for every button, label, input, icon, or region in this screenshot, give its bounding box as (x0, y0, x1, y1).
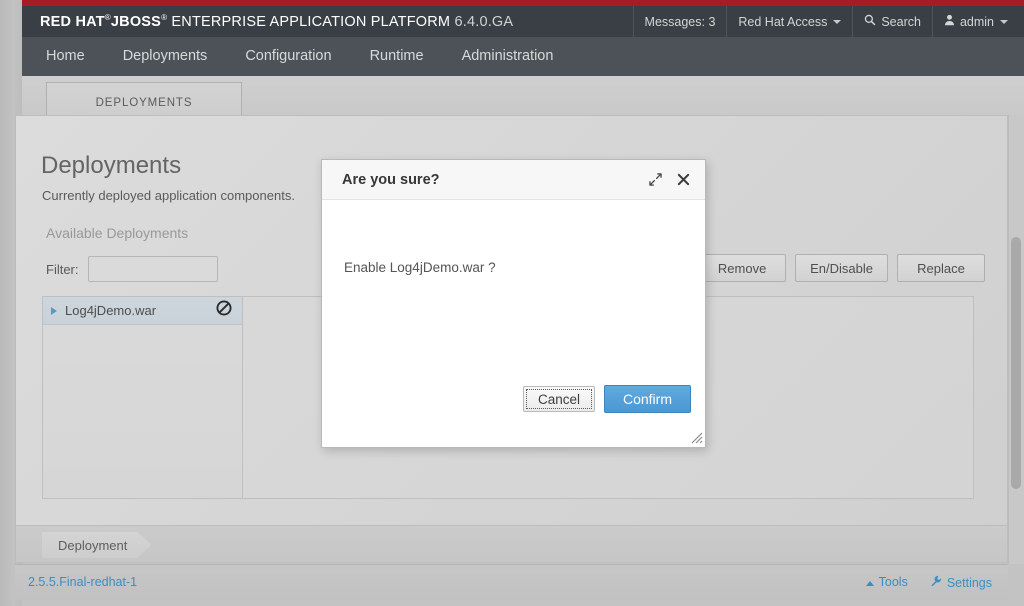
chevron-right-icon (51, 306, 57, 315)
red-hat-access-label: Red Hat Access (738, 14, 828, 29)
remove-button[interactable]: Remove (698, 254, 787, 282)
brand-version: 6.4.0.GA (454, 13, 514, 30)
search-icon (864, 14, 876, 29)
application-window: RED HAT®JBOSS® ENTERPRISE APPLICATION PL… (0, 0, 1024, 606)
maximize-icon[interactable] (645, 170, 665, 190)
user-label: admin (959, 14, 994, 29)
endisable-button[interactable]: En/Disable (795, 254, 888, 282)
nav-item-administration[interactable]: Administration (443, 37, 573, 76)
disabled-icon (216, 300, 232, 321)
tools-label: Tools (878, 575, 908, 589)
brand-title: RED HAT®JBOSS® ENTERPRISE APPLICATION PL… (40, 13, 513, 30)
replace-button[interactable]: Replace (897, 254, 985, 282)
breadcrumb[interactable]: Deployment (42, 532, 151, 558)
nav-item-runtime[interactable]: Runtime (351, 37, 443, 76)
chevron-down-icon (833, 19, 842, 24)
user-menu-item[interactable]: admin (931, 6, 1024, 37)
vertical-scrollbar-thumb[interactable] (1011, 237, 1021, 489)
settings-label: Settings (946, 576, 992, 590)
dialog-body: Enable Log4jDemo.war ? Cancel Confirm (322, 200, 705, 446)
nav-item-deployments[interactable]: Deployments (104, 37, 227, 76)
vertical-scrollbar-track[interactable] (1008, 115, 1024, 564)
page-footer: 2.5.5.Final-redhat-1 Tools Settings (15, 564, 1008, 600)
breadcrumb-bar: Deployment (16, 525, 1007, 562)
chevron-down-icon (1000, 19, 1008, 24)
deployment-name: Log4jDemo.war (65, 303, 157, 318)
resize-grip-icon[interactable] (690, 431, 703, 444)
filter-row: Filter: (46, 256, 218, 282)
masthead-utilities: Messages: 3 Red Hat Access Search admin (632, 6, 1024, 37)
nav-item-configuration[interactable]: Configuration (226, 37, 350, 76)
settings-button[interactable]: Settings (930, 575, 992, 590)
caret-up-icon (865, 581, 874, 586)
brand-jboss: JBOSS (110, 13, 162, 30)
filter-label: Filter: (46, 261, 79, 277)
section-header: Available Deployments (46, 225, 189, 241)
wrench-icon (930, 575, 942, 590)
masthead: RED HAT®JBOSS® ENTERPRISE APPLICATION PL… (22, 6, 1024, 37)
table-row[interactable]: Log4jDemo.war (43, 297, 242, 325)
filter-input[interactable] (87, 256, 218, 282)
deployment-actions: Remove En/Disable Replace (698, 254, 985, 282)
console-version-link[interactable]: 2.5.5.Final-redhat-1 (28, 575, 137, 589)
nav-item-home[interactable]: Home (22, 37, 104, 76)
dialog-footer: Cancel Confirm (522, 385, 691, 413)
search-item[interactable]: Search (852, 6, 932, 37)
messages-item[interactable]: Messages: 3 (632, 6, 727, 37)
footer-actions: Tools Settings (865, 575, 992, 590)
tools-button[interactable]: Tools (865, 575, 908, 590)
dialog-header: Are you sure? (322, 160, 705, 200)
red-hat-access-item[interactable]: Red Hat Access (726, 6, 852, 37)
confirmation-dialog: Are you sure? Enable Log4jDemo.war ? Can… (321, 159, 706, 448)
page-subtitle: Currently deployed application component… (42, 188, 295, 203)
page-title: Deployments (41, 152, 182, 179)
deployments-list: Log4jDemo.war (43, 297, 243, 498)
brand-product: ENTERPRISE APPLICATION PLATFORM (171, 13, 451, 30)
cancel-button[interactable]: Cancel (522, 386, 595, 412)
user-icon (944, 14, 955, 29)
main-navigation: Home Deployments Configuration Runtime A… (22, 37, 1024, 76)
dialog-title: Are you sure? (342, 171, 440, 188)
search-label: Search (881, 14, 921, 29)
confirm-button[interactable]: Confirm (603, 385, 691, 413)
messages-label: Messages: 3 (644, 14, 716, 29)
brand-redhat: RED HAT (40, 13, 105, 30)
dialog-message: Enable Log4jDemo.war ? (344, 260, 496, 275)
close-icon[interactable] (673, 170, 693, 190)
brand-trademark-2: ® (161, 13, 168, 23)
dialog-header-actions (645, 170, 693, 190)
